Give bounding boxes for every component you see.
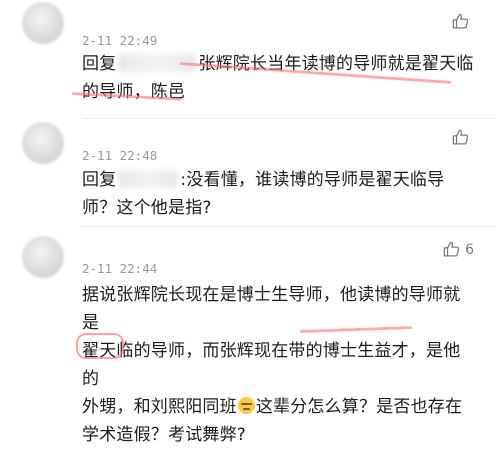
comment-line: 的导师，陈邑 — [82, 82, 186, 102]
comment-line: 翟天临的导师，而张辉现在带的博士生益才，是他的 — [82, 341, 461, 389]
comment-item: 2-11 22:44 6 据说张辉院长现在是博士生导师，他读博的导师就是 翟天临… — [0, 226, 496, 445]
highlight-mark — [76, 333, 124, 359]
avatar[interactable] — [22, 122, 64, 164]
comment-time: 2-11 22:48 — [82, 148, 158, 163]
comment-time: 2-11 22:44 — [82, 261, 158, 276]
comment-item: 2-11 22:48 回复 :没看懂，谁读博的导师是翟天临导 师？这个他是指? — [0, 118, 496, 228]
thumbs-up-icon — [452, 13, 469, 29]
comment-line: 学术造假？考试舞弊? — [82, 425, 247, 445]
comment-line: 这辈分怎么算？是否也存在 — [255, 397, 463, 417]
comment-line: :没看懂，谁读博的导师是翟天临导 — [180, 170, 445, 190]
comment-line: 张辉院长当年读博的导师就是翟天临 — [198, 54, 474, 74]
comment-line: 外甥，和刘熙阳同班 — [82, 397, 237, 417]
comment-text: 据说张辉院长现在是博士生导师，他读博的导师就是 翟天临的导师，而张辉现在带的博士… — [82, 281, 477, 449]
comment-line: 师？这个他是指? — [82, 198, 212, 218]
reply-prefix: 回复 — [82, 170, 117, 190]
thumbs-up-icon — [452, 129, 469, 145]
thumbs-up-icon — [443, 241, 460, 257]
like-button[interactable] — [451, 12, 474, 31]
reply-prefix: 回复 — [82, 54, 117, 74]
avatar[interactable] — [22, 2, 64, 44]
comment-text: 回复 :没看懂，谁读博的导师是翟天临导 师？这个他是指? — [82, 166, 477, 222]
like-count: 6 — [465, 241, 474, 258]
smirk-face-emoji-icon — [237, 397, 255, 414]
comment-list: 2-11 22:49 回复 张辉院长当年读博的导师就是翟天临 的导师，陈邑 2-1… — [0, 0, 496, 445]
like-button[interactable]: 6 — [442, 240, 474, 259]
like-button[interactable] — [451, 128, 474, 147]
comment-time: 2-11 22:49 — [82, 33, 158, 48]
comment-item: 2-11 22:49 回复 张辉院长当年读博的导师就是翟天临 的导师，陈邑 — [0, 0, 496, 120]
comment-line: 据说张辉院长现在是博士生导师，他读博的导师就是 — [82, 285, 461, 333]
avatar[interactable] — [22, 236, 64, 278]
blurred-username — [118, 170, 179, 188]
